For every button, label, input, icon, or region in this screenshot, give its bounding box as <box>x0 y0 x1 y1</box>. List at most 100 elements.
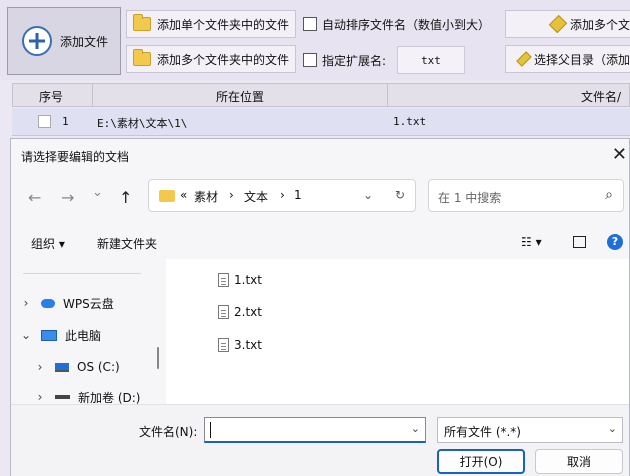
add-multi-folder-button[interactable]: 添加多个文件夹中的文件 <box>126 45 296 73</box>
row-checkbox[interactable] <box>38 115 51 128</box>
select-parent-label: 选择父目录（添加 <box>533 52 630 67</box>
chevron-down-icon[interactable]: ⌄ <box>608 422 617 435</box>
diamond-icon <box>548 14 568 34</box>
diamond-icon <box>516 51 532 67</box>
col-filename-header[interactable]: 文件名/ <box>581 88 621 105</box>
tree-item-wps-cloud[interactable]: › WPS云盘 <box>19 293 114 313</box>
row-location: E:\素材\文本\1\ <box>97 117 188 130</box>
breadcrumb-separator: › <box>280 188 285 202</box>
select-parent-button[interactable]: 选择父目录（添加 <box>505 45 630 73</box>
app-window: 添加文件 添加单个文件夹中的文件 添加多个文件夹中的文件 自动排序文件名（数值小… <box>0 0 630 476</box>
list-item[interactable]: 3.txt <box>218 336 262 354</box>
breadcrumb-item[interactable]: 素材 <box>194 188 218 205</box>
view-options-icon[interactable]: ☷ ▾ <box>521 235 542 249</box>
cancel-button-label: 取消 <box>566 455 591 469</box>
search-placeholder: 在 1 中搜索 <box>438 191 502 205</box>
command-bar: 组织 ▾ 新建文件夹 ☷ ▾ ? <box>11 227 629 259</box>
address-dropdown-icon[interactable]: ⌄ <box>363 188 373 202</box>
column-divider <box>92 84 93 106</box>
close-icon[interactable]: ✕ <box>612 144 627 165</box>
filename-label: 文件名(N): <box>139 425 198 439</box>
folder-icon <box>133 14 151 31</box>
table-row[interactable]: 1 E:\素材\文本\1\ 1.txt <box>12 108 630 136</box>
column-divider <box>387 84 388 106</box>
file-name: 3.txt <box>234 338 262 352</box>
add-multi-right-label: 添加多个文 <box>569 17 630 32</box>
text-caret <box>210 422 211 438</box>
extension-input[interactable]: txt <box>397 46 465 74</box>
recent-locations-icon[interactable]: ⌄ <box>92 185 103 200</box>
extension-value: txt <box>421 53 441 67</box>
file-list-pane: 1.txt 2.txt 3.txt <box>166 259 629 404</box>
tree-item-this-pc[interactable]: ⌄ 此电脑 <box>19 325 101 345</box>
file-type-value: 所有文件 (*.*) <box>444 425 521 439</box>
file-type-select[interactable]: 所有文件 (*.*) ⌄ <box>437 417 623 443</box>
cloud-icon <box>41 298 55 308</box>
refresh-icon[interactable]: ↻ <box>395 188 405 202</box>
navigation-pane: › WPS云盘 ⌄ 此电脑 › OS (C:) › 新加卷 (D:) <box>11 259 166 405</box>
windows-drive-icon <box>55 362 69 372</box>
chevron-right-icon[interactable]: › <box>33 390 47 404</box>
add-single-folder-label: 添加单个文件夹中的文件 <box>157 17 290 32</box>
divider <box>23 273 141 274</box>
breadcrumb-item[interactable]: 文本 <box>244 188 268 205</box>
up-arrow-icon[interactable]: ↑ <box>119 188 132 207</box>
add-file-label: 添加文件 <box>60 34 109 49</box>
organize-menu[interactable]: 组织 ▾ <box>31 235 65 252</box>
add-single-folder-button[interactable]: 添加单个文件夹中的文件 <box>126 10 296 38</box>
chevron-right-icon[interactable]: › <box>33 360 47 374</box>
open-button[interactable]: 打开(O) <box>437 449 525 474</box>
dialog-footer: 文件名(N): ⌄ 所有文件 (*.*) ⌄ 打开(O) 取消 <box>11 404 629 476</box>
breadcrumb-overflow[interactable]: « <box>180 188 187 202</box>
cancel-button[interactable]: 取消 <box>535 449 623 474</box>
add-multi-right-button[interactable]: 添加多个文 <box>505 10 630 38</box>
row-filename: 1.txt <box>393 115 427 128</box>
back-arrow-icon[interactable]: ← <box>28 188 41 207</box>
list-item[interactable]: 1.txt <box>218 271 262 289</box>
file-name: 1.txt <box>234 273 262 287</box>
tree-item-os-c[interactable]: › OS (C:) <box>33 357 120 377</box>
specify-ext-checkbox[interactable] <box>303 53 317 67</box>
text-file-icon <box>218 338 229 352</box>
dialog-title: 请选择要编辑的文档 <box>21 150 130 164</box>
new-folder-button[interactable]: 新建文件夹 <box>97 235 157 252</box>
open-file-dialog: 请选择要编辑的文档 ✕ ← → ⌄ ↑ « 素材 › 文本 › 1 ⌄ ↻ 在 … <box>10 138 630 476</box>
list-item[interactable]: 2.txt <box>218 303 262 321</box>
folder-icon <box>159 190 175 202</box>
auto-sort-checkbox[interactable] <box>303 17 317 31</box>
chevron-right-icon[interactable]: › <box>19 296 33 310</box>
preview-pane-icon[interactable] <box>573 236 586 248</box>
folder-icon <box>133 49 151 66</box>
add-file-button[interactable]: 添加文件 <box>7 7 121 75</box>
col-location-header[interactable]: 所在位置 <box>216 88 264 105</box>
search-icon: ⌕ <box>605 187 613 203</box>
file-name: 2.txt <box>234 305 262 319</box>
chevron-down-icon[interactable]: ⌄ <box>19 328 33 342</box>
breadcrumb-separator: › <box>229 188 234 202</box>
toolbar: 添加文件 添加单个文件夹中的文件 添加多个文件夹中的文件 自动排序文件名（数值小… <box>0 0 630 80</box>
row-index: 1 <box>62 115 69 128</box>
breadcrumb-item[interactable]: 1 <box>294 188 302 202</box>
search-input[interactable]: 在 1 中搜索 ⌕ <box>428 179 624 212</box>
table-header: 序号 所在位置 文件名/ <box>12 83 630 107</box>
computer-icon <box>41 329 57 341</box>
tree-item-label: WPS云盘 <box>63 296 114 311</box>
col-index-header[interactable]: 序号 <box>39 88 63 105</box>
text-file-icon <box>218 305 229 319</box>
tree-item-label: 新加卷 (D:) <box>78 390 141 405</box>
plus-icon <box>22 26 52 56</box>
forward-arrow-icon[interactable]: → <box>61 188 74 207</box>
tree-item-label: 此电脑 <box>65 328 102 343</box>
address-bar[interactable]: « 素材 › 文本 › 1 ⌄ ↻ <box>148 179 416 212</box>
open-button-label: 打开(O) <box>459 455 503 469</box>
help-icon[interactable]: ? <box>607 234 623 250</box>
drive-icon <box>55 395 70 399</box>
specify-ext-label: 指定扩展名: <box>322 54 387 68</box>
text-file-icon <box>218 273 229 287</box>
chevron-down-icon[interactable]: ⌄ <box>411 422 420 435</box>
tree-item-label: OS (C:) <box>77 360 120 374</box>
auto-sort-label: 自动排序文件名（数值小到大） <box>322 18 491 32</box>
scrollbar-thumb[interactable] <box>157 347 159 369</box>
add-multi-folder-label: 添加多个文件夹中的文件 <box>157 52 290 67</box>
filename-field[interactable]: ⌄ <box>204 417 426 443</box>
